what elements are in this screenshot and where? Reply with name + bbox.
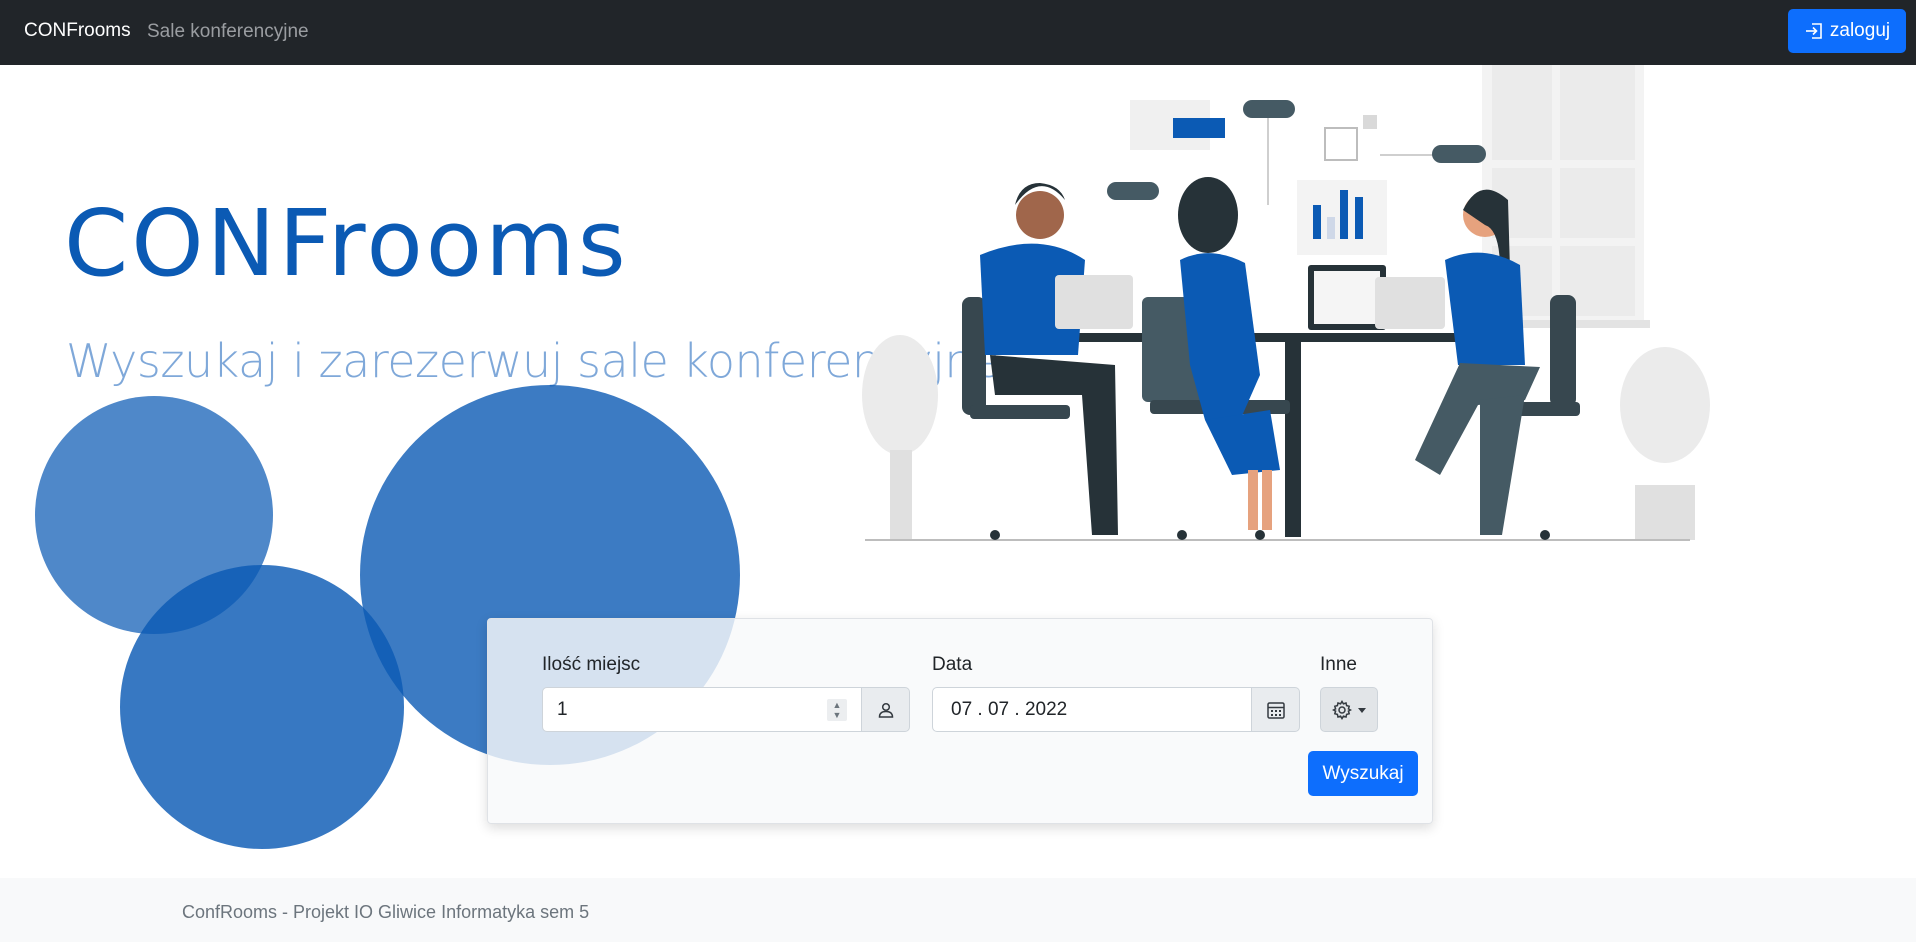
person-icon bbox=[878, 702, 893, 718]
seats-input-group: 1 ▲ ▼ bbox=[542, 687, 910, 732]
date-input[interactable]: 07 . 07 . 2022 bbox=[932, 687, 1252, 732]
date-input-group: 07 . 07 . 2022 bbox=[932, 687, 1300, 732]
circle-bottom bbox=[120, 565, 404, 849]
chevron-down-icon[interactable]: ▼ bbox=[833, 710, 842, 720]
search-button[interactable]: Wyszukaj bbox=[1308, 751, 1418, 796]
footer-text: ConfRooms - Projekt IO Gliwice Informaty… bbox=[182, 902, 590, 922]
team-meeting-illustration bbox=[862, 65, 1710, 541]
nav-link-conference-rooms[interactable]: Sale konferencyjne bbox=[147, 21, 309, 43]
search-card: Ilość miejsc 1 ▲ ▼ Data 07 . 07 . 2022 I… bbox=[487, 618, 1433, 824]
seats-stepper[interactable]: ▲ ▼ bbox=[827, 699, 847, 721]
other-label: Inne bbox=[1320, 654, 1357, 675]
seats-input[interactable]: 1 ▲ ▼ bbox=[542, 687, 862, 732]
top-navbar: CONFrooms Sale konferencyjne zaloguj bbox=[0, 0, 1916, 65]
login-button[interactable]: zaloguj bbox=[1788, 9, 1906, 53]
caret-down-icon bbox=[1357, 707, 1366, 713]
calendar-icon bbox=[1266, 701, 1285, 719]
login-label: zaloguj bbox=[1829, 20, 1891, 41]
footer: ConfRooms - Projekt IO Gliwice Informaty… bbox=[0, 878, 1916, 942]
login-icon bbox=[1805, 23, 1822, 39]
seats-value: 1 bbox=[557, 698, 568, 720]
seats-addon bbox=[862, 687, 910, 732]
date-label: Data bbox=[932, 654, 973, 675]
navbar-brand[interactable]: CONFrooms bbox=[24, 20, 131, 42]
date-addon[interactable] bbox=[1252, 687, 1300, 732]
date-value: 07 . 07 . 2022 bbox=[951, 698, 1068, 720]
other-settings-dropdown[interactable] bbox=[1320, 687, 1378, 732]
seats-label: Ilość miejsc bbox=[542, 654, 641, 675]
chevron-up-icon[interactable]: ▲ bbox=[833, 700, 842, 710]
circle-small-left bbox=[35, 396, 273, 634]
hero-title: CONFrooms bbox=[64, 190, 629, 297]
gear-icon bbox=[1331, 699, 1352, 720]
